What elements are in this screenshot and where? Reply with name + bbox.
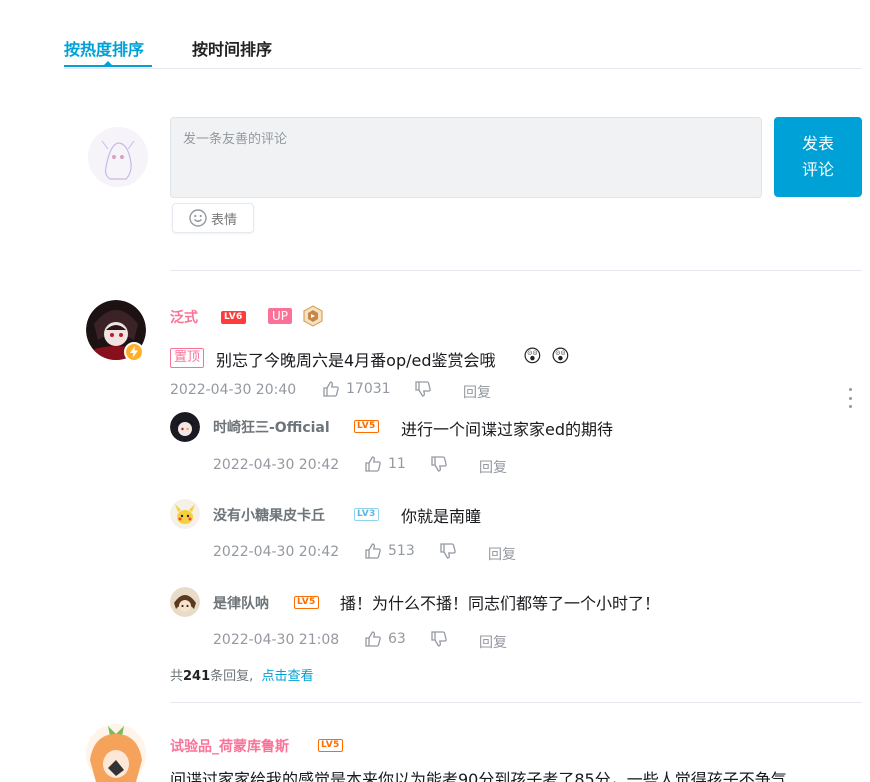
comment-text: 间谍过家家给我的感觉是本来你以为能考90分到孩子考了85分，一些人觉得孩子不争气: [170, 770, 787, 782]
dislike-button[interactable]: [414, 380, 432, 398]
reply-button[interactable]: 回复: [479, 632, 507, 652]
comment-input[interactable]: [170, 117, 762, 198]
reply-username[interactable]: 是律队呐: [213, 593, 269, 613]
lightning-badge-icon: [124, 342, 144, 362]
thumbs-up-icon: [365, 543, 381, 559]
smiley-icon: [189, 209, 207, 227]
reply-summary: 共241条回复, 点击查看: [170, 665, 313, 684]
thumbs-up-icon: [365, 456, 381, 472]
thumbs-up-icon: [365, 631, 381, 647]
dislike-button[interactable]: [430, 630, 448, 648]
like-count: 17031: [346, 381, 391, 397]
comment-username[interactable]: 试验品_荷蒙库鲁斯: [170, 736, 289, 756]
up-badge: UP: [268, 308, 293, 324]
reply-username[interactable]: 没有小糖果皮卡丘: [213, 505, 325, 525]
thumbs-down-icon: [431, 456, 447, 472]
emoji-label: 表情: [210, 212, 237, 228]
reply-username[interactable]: 时崎狂三-Official: [213, 417, 330, 437]
reply-count: 241: [183, 669, 211, 684]
surprised-emoji-icon: 😲: [551, 346, 570, 367]
view-all-replies-link[interactable]: 点击查看: [261, 669, 313, 684]
avatar[interactable]: [86, 720, 146, 782]
comment-text: 别忘了今晚周六是4月番op/ed鉴赏会哦: [216, 351, 496, 370]
emoji-button[interactable]: 表情: [172, 203, 254, 233]
post-comment-label-1: 发表: [801, 134, 834, 153]
reply-text: 播！为什么不播！同志们都等了一个小时了！: [340, 594, 661, 613]
level-badge: LV5: [354, 420, 379, 433]
comment-time: 2022-04-30 20:40: [170, 382, 297, 398]
dislike-button[interactable]: [430, 455, 448, 473]
level-badge: LV6: [221, 311, 246, 324]
thumbs-down-icon: [431, 631, 447, 647]
divider: [170, 270, 862, 271]
post-comment-button[interactable]: 发表 评论: [774, 117, 862, 197]
my-avatar: [88, 127, 148, 187]
tab-sort-by-time[interactable]: 按时间排序: [192, 36, 272, 60]
level-badge: LV3: [354, 508, 379, 521]
avatar[interactable]: [170, 587, 200, 617]
like-button[interactable]: 513: [364, 542, 415, 560]
avatar[interactable]: [170, 499, 200, 529]
surprised-emoji-icon: 😲: [523, 346, 542, 367]
avatar[interactable]: [170, 412, 200, 442]
like-button[interactable]: 63: [364, 630, 406, 648]
thumbs-down-icon: [415, 381, 431, 397]
tab-sort-by-hot[interactable]: 按热度排序: [64, 36, 144, 60]
pinned-badge: 置顶: [170, 348, 205, 368]
reply-time: 2022-04-30 20:42: [213, 457, 340, 473]
reply-time: 2022-04-30 20:42: [213, 544, 340, 560]
thumbs-down-icon: [440, 543, 456, 559]
like-count: 513: [388, 543, 415, 559]
thumbs-up-icon: [323, 381, 339, 397]
comment-text-clip: 间谍过家家给我的感觉是本来你以为能考90分到孩子考了85分，一些人觉得孩子不争气: [170, 766, 862, 782]
more-options-icon[interactable]: [845, 388, 855, 408]
sort-tabs: 按热度排序 按时间排序: [64, 30, 862, 69]
reply-button[interactable]: 回复: [463, 382, 491, 402]
comment-username[interactable]: 泛式: [170, 307, 198, 327]
reply-button[interactable]: 回复: [479, 457, 507, 477]
level-badge: LV5: [294, 596, 319, 609]
reply-summary-suffix: 条回复,: [210, 669, 254, 684]
like-count: 11: [388, 456, 406, 472]
reply-summary-prefix: 共: [170, 669, 184, 684]
dislike-button[interactable]: [439, 542, 457, 560]
divider: [170, 702, 862, 703]
level-badge: LV5: [318, 739, 343, 752]
reply-time: 2022-04-30 21:08: [213, 632, 340, 648]
reply-text: 你就是南瞳: [401, 507, 482, 526]
like-button[interactable]: 11: [364, 455, 406, 473]
medal-icon: [302, 305, 324, 327]
reply-button[interactable]: 回复: [488, 544, 516, 564]
post-comment-label-2: 评论: [801, 160, 834, 179]
reply-text: 进行一个间谍过家家ed的期待: [401, 420, 614, 439]
like-button[interactable]: 17031: [322, 380, 391, 398]
active-tab-indicator: [64, 61, 152, 67]
like-count: 63: [388, 631, 406, 647]
